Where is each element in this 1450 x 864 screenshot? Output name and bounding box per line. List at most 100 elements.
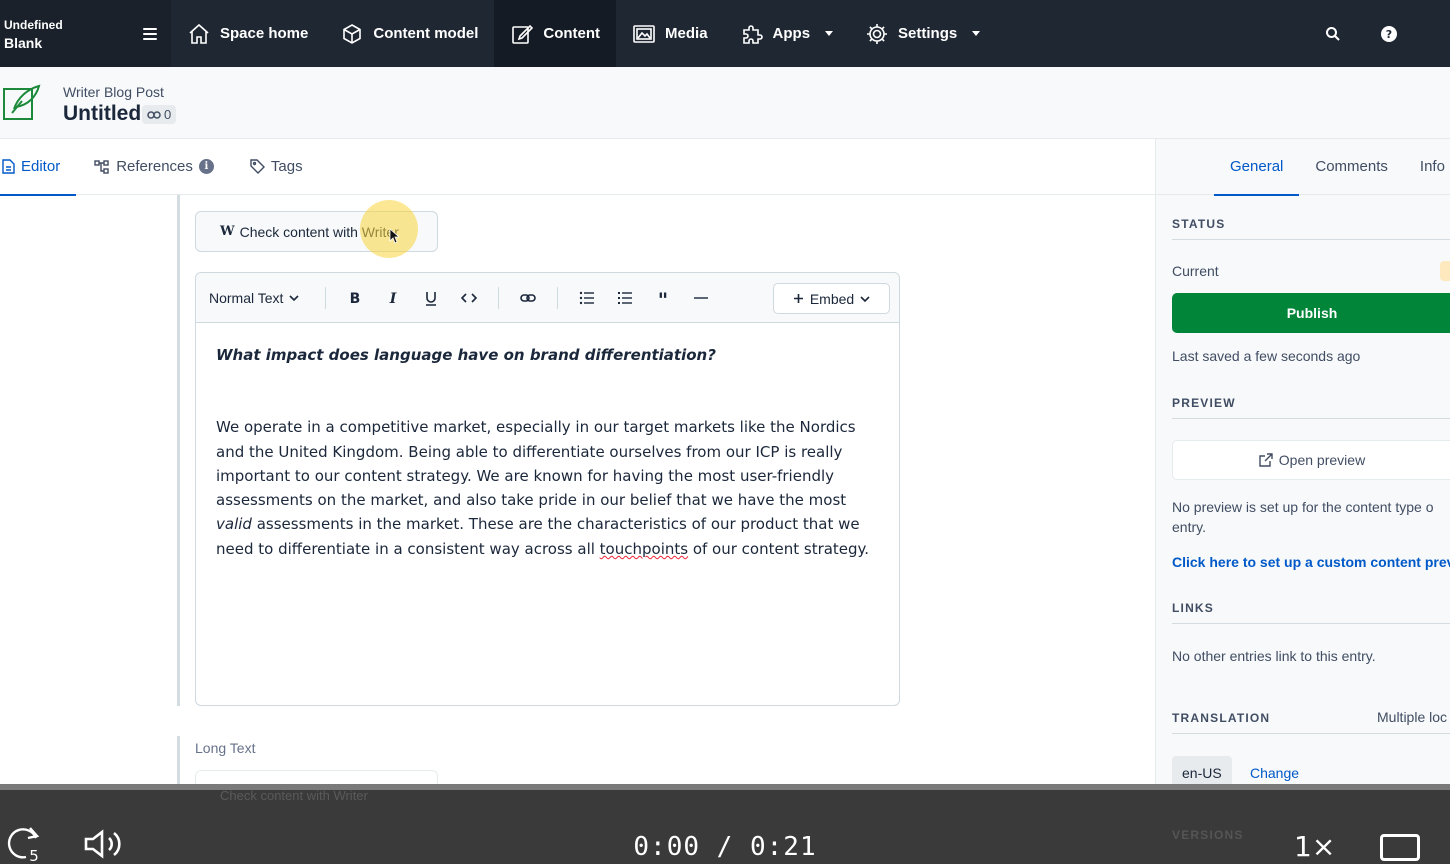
fullscreen-icon[interactable] <box>1380 834 1420 861</box>
sidebar-tab-info[interactable]: Info <box>1404 139 1450 195</box>
entry-tabs: Editor References i Tags <box>0 139 1155 196</box>
rich-text-content[interactable]: What impact does language have on brand … <box>196 323 899 581</box>
numbered-list-button[interactable] <box>610 283 640 313</box>
open-preview-label: Open preview <box>1278 452 1366 468</box>
translation-section-title: TRANSLATION Multiple loc <box>1172 709 1450 734</box>
code-icon <box>461 292 478 303</box>
svg-text:?: ? <box>1386 28 1392 41</box>
edit-icon <box>512 24 534 44</box>
tab-tags[interactable]: Tags <box>232 139 321 195</box>
tab-references[interactable]: References i <box>76 139 232 195</box>
paragraph-italic-text: valid <box>216 515 252 534</box>
video-player-controls: Check content with Writer VERSIONS 5 0:0… <box>0 784 1450 864</box>
menu-icon[interactable] <box>143 27 157 40</box>
toolbar-divider <box>325 286 327 309</box>
status-current-label: Current <box>1172 263 1219 279</box>
help-icon[interactable]: ? <box>1380 25 1398 43</box>
mouse-cursor-icon <box>389 228 399 244</box>
cube-icon <box>343 23 362 44</box>
info-icon[interactable]: i <box>198 159 214 174</box>
tab-editor[interactable]: Editor <box>0 139 77 196</box>
nav-media[interactable]: Media <box>616 0 724 67</box>
nav-label: Content model <box>373 25 479 42</box>
open-preview-button[interactable]: Open preview <box>1172 440 1450 480</box>
bold-icon: B <box>350 291 361 306</box>
nav-label: Apps <box>772 25 811 42</box>
entry-sidebar: General Comments Info STATUS Current Pub… <box>1155 139 1450 799</box>
paragraph-text: of our content strategy. <box>688 539 870 558</box>
entry-title: Untitled <box>63 102 142 125</box>
rich-text-editor[interactable]: Normal Text B I " Embed What impact does… <box>195 272 900 706</box>
link-icon <box>147 110 161 119</box>
setup-preview-link[interactable]: Click here to set up a custom content pr… <box>1172 554 1450 570</box>
embed-dropdown-button[interactable]: Embed <box>773 283 890 314</box>
links-section-title: LINKS <box>1172 601 1450 624</box>
change-locale-link[interactable]: Change <box>1250 765 1299 781</box>
bold-button[interactable]: B <box>340 283 370 313</box>
underline-button[interactable] <box>416 283 446 313</box>
links-empty-text: No other entries link to this entry. <box>1172 648 1376 664</box>
plus-icon <box>793 294 803 303</box>
toolbar-divider <box>498 286 500 309</box>
translation-value: Multiple loc <box>1377 709 1448 725</box>
bullet-list-icon <box>580 291 595 304</box>
quote-icon: " <box>658 290 668 306</box>
chevron-down-icon <box>825 31 834 36</box>
search-icon[interactable] <box>1324 25 1342 43</box>
status-badge <box>1440 261 1450 281</box>
sidebar-tab-general[interactable]: General <box>1214 139 1300 196</box>
code-button[interactable] <box>454 283 484 313</box>
content-paragraph: We operate in a competitive market, espe… <box>216 415 879 561</box>
nav-apps[interactable]: Apps <box>724 0 850 67</box>
link-icon <box>520 293 537 302</box>
link-button[interactable] <box>513 283 543 313</box>
italic-icon: I <box>389 291 397 306</box>
svg-text:B: B <box>350 291 361 306</box>
nav-label: Space home <box>220 25 309 42</box>
tab-label: Editor <box>21 158 61 175</box>
space-title: Blank <box>4 34 43 51</box>
image-icon <box>633 24 655 43</box>
quote-button[interactable]: " <box>648 283 678 313</box>
svg-text:": " <box>658 290 668 306</box>
entry-content-type: Writer Blog Post <box>63 84 164 100</box>
text-style-dropdown[interactable]: Normal Text <box>209 289 300 306</box>
nav-space-home[interactable]: Space home <box>171 0 324 67</box>
preview-note: No preview is set up for the content typ… <box>1172 499 1434 515</box>
playback-speed-button[interactable]: 1× <box>1294 830 1335 863</box>
publish-button[interactable]: Publish <box>1172 293 1450 333</box>
italic-button[interactable]: I <box>378 283 408 313</box>
paragraph-text: We operate in a competitive market, espe… <box>216 418 856 510</box>
home-icon <box>189 23 209 44</box>
numbered-list-icon <box>618 291 633 304</box>
nav-content[interactable]: Content <box>494 0 617 67</box>
sidebar-tab-comments[interactable]: Comments <box>1299 139 1404 195</box>
svg-text:I: I <box>389 291 397 306</box>
entry-header: Writer Blog Post Untitled 0 <box>0 67 1450 139</box>
long-text-field-label: Long Text <box>195 740 256 756</box>
chevron-down-icon <box>860 295 870 302</box>
writer-logo-icon: W <box>220 224 235 239</box>
gear-icon <box>867 23 888 44</box>
nav-content-model[interactable]: Content model <box>324 0 494 67</box>
misspelled-word[interactable]: touchpoints <box>600 540 688 558</box>
bullet-list-button[interactable] <box>572 283 602 313</box>
nav-label: Settings <box>898 25 958 42</box>
status-section-title: STATUS <box>1172 217 1450 240</box>
tag-icon <box>250 159 265 174</box>
space-switcher[interactable]: Undefined Blank <box>0 0 171 67</box>
tab-label: Tags <box>270 158 303 175</box>
toolbar-divider <box>557 286 559 309</box>
horizontal-rule-button[interactable] <box>686 283 716 313</box>
last-saved-text: Last saved a few seconds ago <box>1172 348 1361 364</box>
puzzle-icon <box>742 24 763 44</box>
underline-icon <box>426 291 437 306</box>
nav-label: Media <box>665 25 708 42</box>
references-badge: 0 <box>142 105 177 124</box>
nav-settings[interactable]: Settings <box>849 0 996 67</box>
text-style-value: Normal Text <box>209 289 284 306</box>
tab-label: References <box>116 158 193 175</box>
translation-title: TRANSLATION <box>1172 711 1271 725</box>
horizontal-rule-icon <box>694 296 709 299</box>
video-time: 0:00 / 0:21 <box>633 832 817 862</box>
